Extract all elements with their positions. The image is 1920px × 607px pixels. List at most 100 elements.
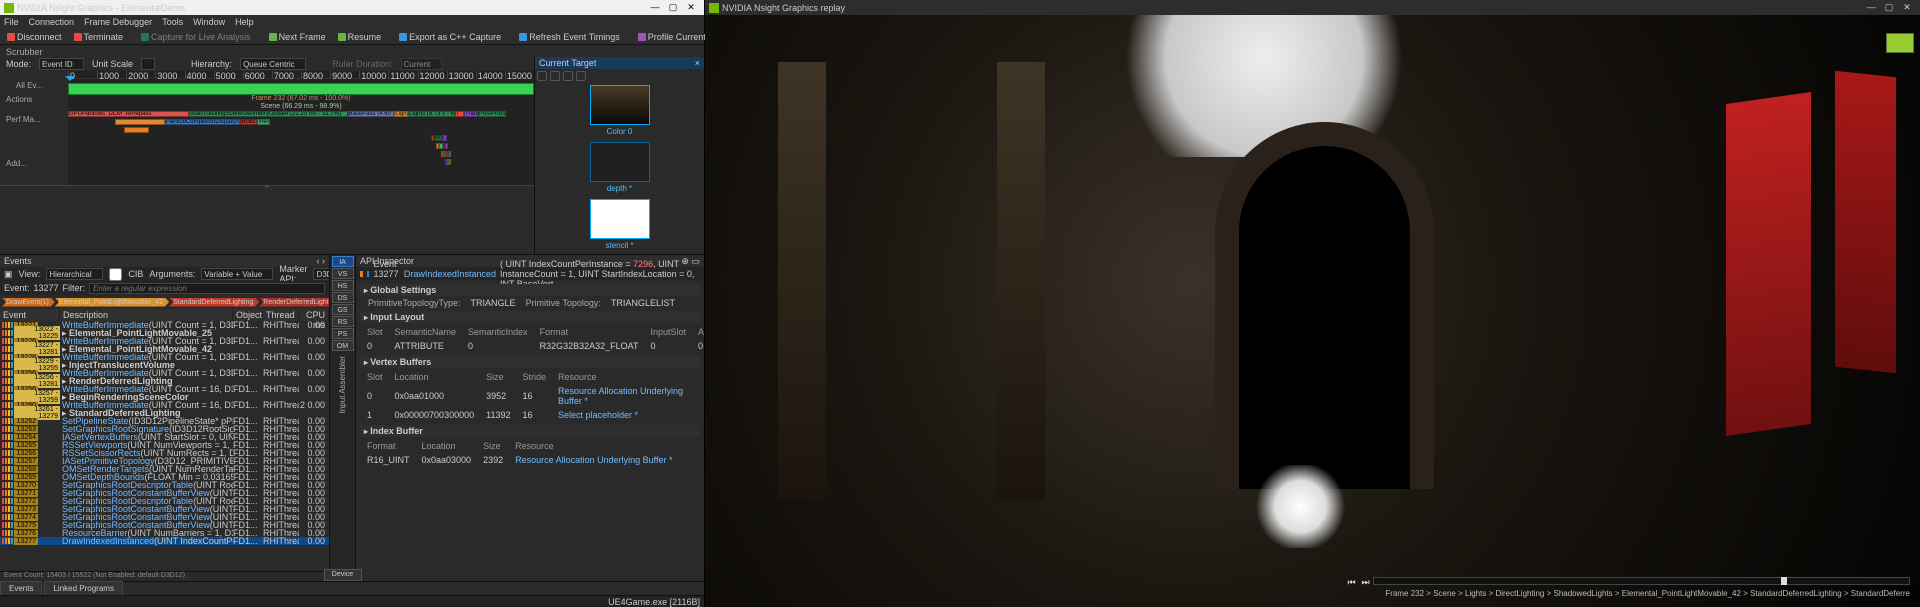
unit-select[interactable] [141,58,155,70]
row-label-add[interactable]: Add... [0,157,68,177]
menu-tools[interactable]: Tools [162,17,183,27]
scrubber-title: Scrubber [0,45,704,57]
table-row[interactable]: 13277DrawIndexedInstanced(UINT IndexCoun… [0,537,329,545]
prev-frame-icon[interactable]: ⏮ [1347,577,1357,587]
window-title: NVIDIA Nsight Graphics - ElementalDemo [17,3,185,13]
tab-linked-programs[interactable]: Linked Programs [44,581,122,595]
capture-button[interactable]: Capture for Live Analysis [138,32,254,42]
menu-connection[interactable]: Connection [29,17,75,27]
app-icon [709,3,719,13]
pipeline-stage-hs[interactable]: HS [332,280,354,291]
pipeline-stage-rs[interactable]: RS [332,316,354,327]
pipeline-stage-gs[interactable]: GS [332,304,354,315]
replay-titlebar: NVIDIA Nsight Graphics replay — ▢ ✕ [705,0,1920,15]
view-select[interactable]: Hierarchical [46,268,103,280]
terminate-button[interactable]: Terminate [71,32,127,42]
replay-title: NVIDIA Nsight Graphics replay [722,3,845,13]
filter-event-label: Event: [4,283,30,293]
scene-label: Scene (66.29 ms - 98.9%) [68,103,534,111]
chevron-left-icon[interactable]: ‹ [316,256,319,266]
frame-label: Frame 232 (67.02 ms - 100.0%) [68,95,534,103]
chevron-right-icon[interactable]: › [322,256,325,266]
section-index-buffer[interactable]: ▸ Index Buffer [360,425,700,437]
pipeline-column: IAVSHSDSGSRSPSOM Input Assembler Device [330,255,356,581]
hierarchy-select[interactable]: Queue Centric [240,58,306,70]
event-rows[interactable]: 13221WriteBufferImmediate(UINT Count = 1… [0,321,329,571]
unit-label: Unit Scale [92,59,133,69]
pipeline-stage-om[interactable]: OM [332,340,354,351]
vertex-buffers-table: SlotLocationSizeStrideResource00x0aa0100… [360,369,700,423]
thumb-label: Color 0 [535,127,704,136]
section-input-layout[interactable]: ▸ Input Layout [360,311,700,323]
ruler-label: Ruler Duration: [332,59,393,69]
close-button[interactable]: ✕ [1898,1,1916,14]
pipeline-stage-ps[interactable]: PS [332,328,354,339]
section-global[interactable]: ▸ Global Settings [360,284,700,296]
nsight-main-window: NVIDIA Nsight Graphics - ElementalDemo —… [0,0,705,607]
maximize-button[interactable]: ▢ [664,1,682,14]
thumb-label: depth * [535,184,704,193]
mid-segments[interactable]: ParticleCompileShDispatch (8.26 ms - ...… [68,119,534,127]
scrubber-controls: Mode: Event ID Unit Scale Hierarchy: Que… [0,57,534,71]
target-tool-icon[interactable] [550,71,560,81]
api-call-link[interactable]: DrawIndexedInstanced [404,269,496,279]
pipeline-stage-vs[interactable]: VS [332,268,354,279]
export-cpp-button[interactable]: Export as C++ Capture [396,32,504,42]
toggle-icon[interactable]: ▣ [4,269,13,280]
hierarchy-label: Hierarchy: [191,59,232,69]
target-tool-icon[interactable] [563,71,573,81]
target-tool-icon[interactable] [537,71,547,81]
current-target-title: Current Target [539,58,596,68]
filter-input[interactable] [89,283,325,294]
breadcrumb-item[interactable]: StandardDeferredLighting [169,298,259,307]
close-icon[interactable]: × [695,58,700,68]
timeline[interactable]: All Ev... Actions Perf Ma... Add... 0100… [0,71,534,185]
pipeline-title: Input Assembler [338,352,347,417]
menu-help[interactable]: Help [235,17,254,27]
close-button[interactable]: ✕ [682,1,700,14]
minimize-button[interactable]: — [646,1,664,14]
maximize-button[interactable]: ▢ [1880,1,1898,14]
api-breadcrumb: Event 13277 – DrawIndexedInstanced ( UIN… [356,267,704,280]
disconnect-button[interactable]: Disconnect [4,32,65,42]
minimize-button[interactable]: — [1862,1,1880,14]
next-frame-button[interactable]: Next Frame [266,32,329,42]
menu-file[interactable]: File [4,17,19,27]
menu-frame-debugger[interactable]: Frame Debugger [84,17,152,27]
collapse-handle-icon[interactable]: ⌃ [263,184,271,195]
pipeline-stage-ds[interactable]: DS [332,292,354,303]
scrub-thumb[interactable] [1781,577,1787,585]
mode-select[interactable]: Event ID [39,58,84,70]
thumb-label: stencil * [535,241,704,250]
menu-window[interactable]: Window [193,17,225,27]
row-label-all: All Ev... [10,79,68,93]
target-thumb-color[interactable] [590,85,650,125]
section-vertex-buffers[interactable]: ▸ Vertex Buffers [360,356,700,368]
pipeline-stage-ia[interactable]: IA [332,256,354,267]
render-viewport[interactable]: ⏮ ⏭ Frame 232 > Scene > Lights > DirectL… [705,15,1920,607]
args-select[interactable]: Variable + Value [201,268,273,280]
breadcrumb-item[interactable]: DrawEvent(1) [2,298,55,307]
event-table-header: Event Description Object Thread CPU ms [0,309,329,321]
scrub-slider[interactable] [1373,577,1910,585]
ruler-select[interactable]: Current [401,58,442,70]
row-label-actions: Actions [0,93,68,113]
resume-button[interactable]: Resume [335,32,385,42]
api-inspector-panel: API Inspector ⊕ ▭ Event 13277 – DrawInde… [356,255,704,581]
target-tool-icon[interactable] [576,71,586,81]
low-segments[interactable]: DirectShadowLighting (4.71 ms...)Unhealt [68,135,534,143]
marker-select[interactable]: D3D12 [313,268,330,280]
target-thumb-stencil[interactable] [590,199,650,239]
breadcrumb-item[interactable]: RenderDeferredLighting [259,298,329,307]
menubar: File Connection Frame Debugger Tools Win… [0,15,704,29]
next-frame-icon[interactable]: ⏭ [1361,577,1371,587]
breadcrumb-item[interactable]: Elemental_PointLightMovable_42 [55,298,169,307]
filter-event-value: 13277 [34,283,59,293]
top-segments[interactable]: GPUParticles_DCM_APrepassStartTrackingSc… [68,111,534,119]
cib-checkbox[interactable] [109,268,122,281]
all-events-bar[interactable] [68,83,534,95]
refresh-timings-button[interactable]: Refresh Event Timings [516,32,623,42]
target-thumb-depth[interactable] [590,142,650,182]
tab-events[interactable]: Events [0,581,42,595]
filter-label: Filter: [63,283,86,293]
